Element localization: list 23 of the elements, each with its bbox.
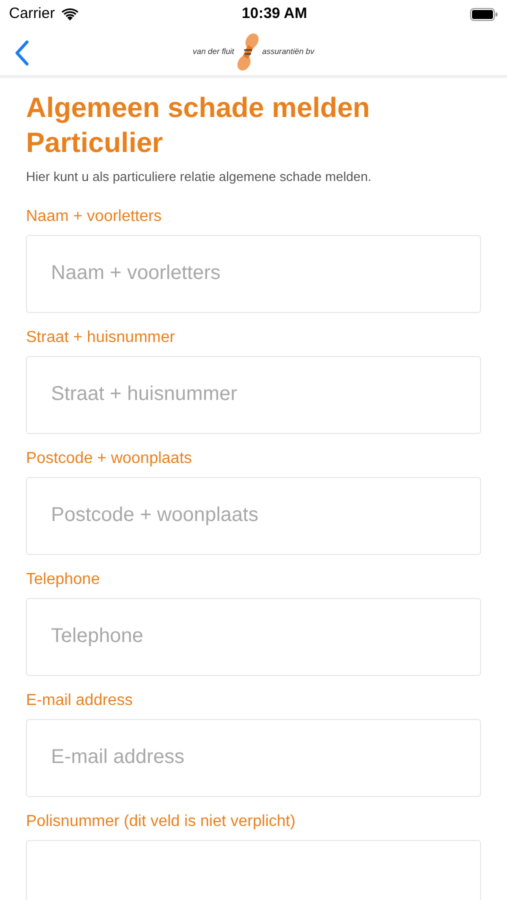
page-title: Algemeen schade melden Particulier [26,91,371,160]
back-button[interactable] [14,40,30,66]
field-label: Naam + voorletters [26,206,163,226]
wifi-icon [60,8,79,20]
battery-icon [470,8,498,20]
input-field[interactable]: Straat + huisnummer [26,356,481,434]
clock-time: 10:39 AM [242,4,308,24]
logo-icon [235,32,262,72]
intro-text: Hier kunt u als particuliere relatie algemene schade melden. [26,168,372,186]
field-label: Polisnummer (dit veld is niet verplicht) [26,812,296,832]
logo-text: assurantiën bv [262,46,314,58]
field-label: Postcode + woonplaats [26,448,193,468]
logo-text: van der fluit [192,46,234,58]
input-field[interactable]: Telephone [26,598,481,676]
input-field[interactable] [26,840,481,900]
input-field[interactable]: Postcode + woonplaats [26,476,481,554]
carrier-name: Carrier [9,4,55,24]
input-field[interactable]: E-mail address [26,718,481,796]
field-label: E-mail address [26,690,134,710]
back-chevron-icon [14,40,30,66]
field-label: Straat + huisnummer [26,328,176,348]
field-label: Telephone [26,570,101,590]
input-field[interactable]: Naam + voorletters [26,234,481,312]
